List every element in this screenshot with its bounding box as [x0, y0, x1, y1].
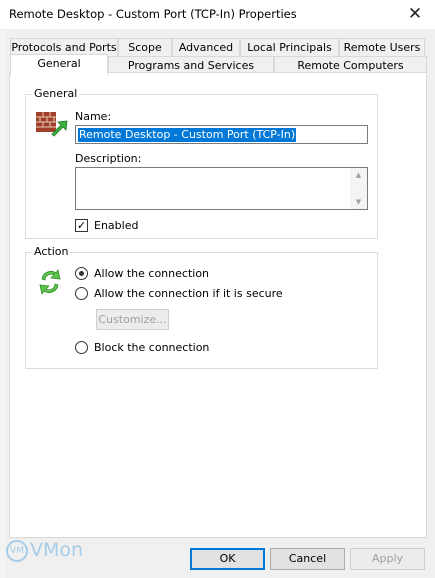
watermark-logo: VM VMon	[6, 539, 83, 562]
radio-selected-dot	[79, 271, 84, 276]
watermark-text: VMon	[30, 539, 84, 561]
tab-general[interactable]: General	[10, 54, 108, 75]
enabled-label: Enabled	[94, 219, 139, 232]
customize-button[interactable]: Customize...	[96, 309, 169, 330]
action-group-legend: Action	[32, 245, 71, 258]
description-label: Description:	[75, 152, 142, 165]
block-connection-label: Block the connection	[94, 341, 210, 354]
allow-connection-label: Allow the connection	[94, 267, 210, 280]
title-bar: Remote Desktop - Custom Port (TCP-In) Pr…	[0, 0, 435, 30]
description-textarea[interactable]: ▲ ▼	[75, 167, 368, 210]
block-connection-radio[interactable]	[75, 341, 88, 354]
tab-local-principals[interactable]: Local Principals	[240, 38, 339, 56]
enabled-checkbox[interactable]: ✓	[75, 219, 88, 232]
allow-if-secure-label: Allow the connection if it is secure	[94, 287, 283, 300]
close-icon[interactable]: ✕	[403, 2, 427, 26]
allow-connection-radio[interactable]	[75, 267, 88, 280]
allow-if-secure-radio[interactable]	[75, 287, 88, 300]
tab-panel-general: General Name: Remote Desktop - Custom Po…	[9, 72, 427, 538]
window-title: Remote Desktop - Custom Port (TCP-In) Pr…	[9, 7, 297, 21]
name-label: Name:	[75, 110, 112, 123]
tab-scope[interactable]: Scope	[118, 38, 172, 56]
name-input-value: Remote Desktop - Custom Port (TCP-In)	[78, 128, 297, 142]
name-input[interactable]: Remote Desktop - Custom Port (TCP-In)	[75, 125, 368, 144]
general-groupbox: General Name: Remote Desktop - Custom Po…	[25, 87, 378, 239]
general-group-legend: General	[32, 87, 80, 100]
ok-button[interactable]: OK	[190, 548, 265, 570]
action-arrows-icon	[39, 268, 61, 296]
watermark-badge: VM	[6, 539, 28, 562]
dialog-client-area: Protocols and Ports Scope Advanced Local…	[6, 30, 435, 578]
firewall-icon	[36, 112, 68, 137]
scroll-up-icon[interactable]: ▲	[350, 171, 367, 179]
scroll-down-icon[interactable]: ▼	[350, 198, 367, 206]
action-groupbox: Action Allow the connection Allow the co…	[25, 245, 378, 369]
tab-remote-users[interactable]: Remote Users	[339, 38, 425, 56]
tab-advanced[interactable]: Advanced	[172, 38, 240, 56]
apply-button[interactable]: Apply	[350, 548, 425, 570]
cancel-button[interactable]: Cancel	[270, 548, 345, 570]
description-scrollbar[interactable]: ▲ ▼	[350, 168, 367, 209]
